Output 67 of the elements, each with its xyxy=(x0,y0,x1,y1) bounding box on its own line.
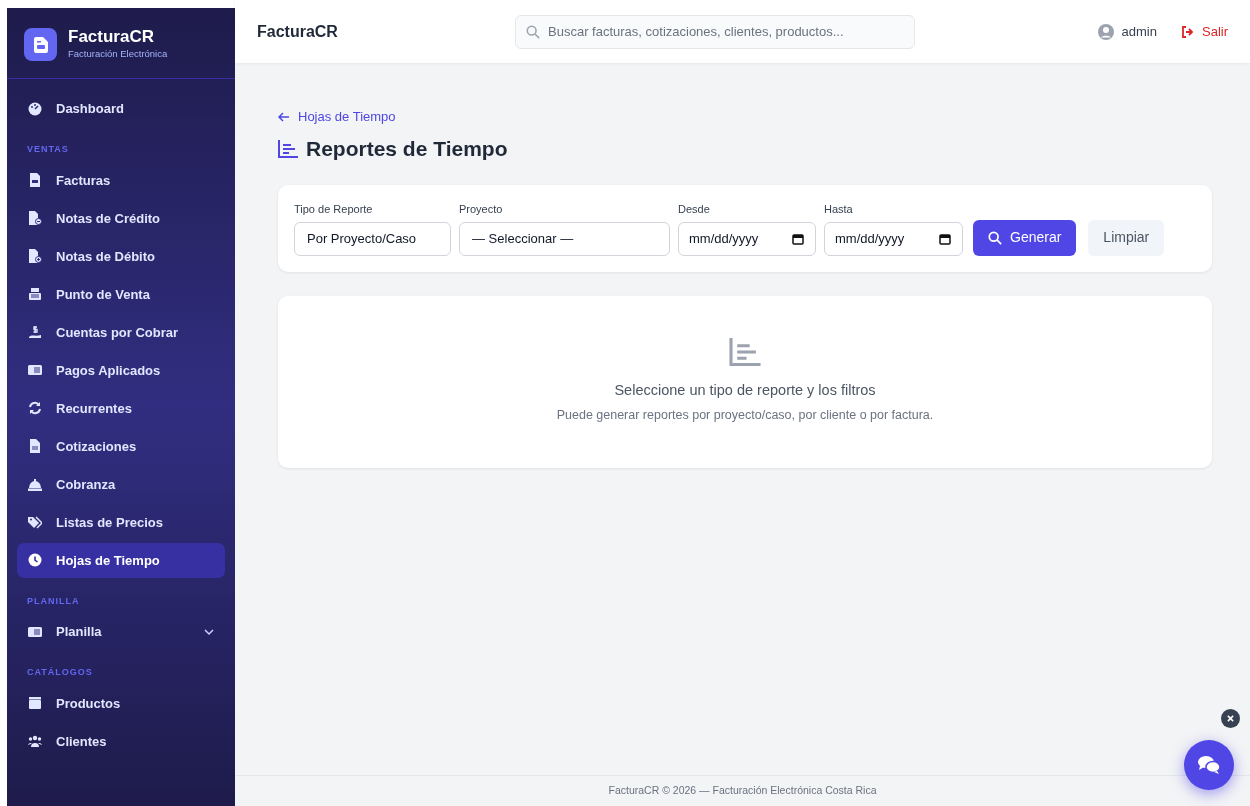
sidebar-item[interactable]: Listas de Precios xyxy=(17,504,225,540)
brand-name: FacturaCR xyxy=(68,28,155,47)
box-icon xyxy=(28,696,42,710)
select-field[interactable]: — Seleccionar — xyxy=(459,221,670,256)
generate-button[interactable]: Generar xyxy=(973,219,1077,256)
chevron-down-icon xyxy=(204,626,214,637)
close-icon xyxy=(1227,715,1234,722)
sidebar-item[interactable]: Recurrentes xyxy=(17,390,225,426)
sidebar-item[interactable]: Pagos Aplicados xyxy=(17,352,225,388)
tags-icon xyxy=(28,515,42,529)
back-link[interactable]: Hojas de Tiempo xyxy=(278,107,396,127)
clear-button[interactable]: Limpiar xyxy=(1088,219,1165,256)
date-field[interactable]: mm/dd/yyyy xyxy=(824,221,963,256)
bell-icon xyxy=(28,477,42,491)
sidebar-item[interactable]: Facturas xyxy=(17,162,225,198)
logout-icon xyxy=(1181,25,1194,38)
sidebar-item[interactable]: Cuentas por Cobrar xyxy=(17,314,225,350)
field-label: Desde xyxy=(678,202,711,218)
search-icon xyxy=(988,230,1002,245)
section-heading: CATÁLOGOS xyxy=(26,666,94,679)
sidebar-item[interactable]: Cotizaciones xyxy=(17,428,225,464)
section-heading: VENTAS xyxy=(26,143,70,156)
logout-link[interactable]: Salir xyxy=(1181,21,1228,42)
section-heading: PLANILLA xyxy=(26,594,81,608)
field-label: Proyecto xyxy=(459,202,504,218)
sidebar-item[interactable]: Productos xyxy=(17,685,225,721)
sidebar-item[interactable]: Clientes xyxy=(17,723,225,759)
chart-icon xyxy=(278,139,298,158)
field-label: Hasta xyxy=(824,202,854,218)
search-field[interactable]: Buscar facturas, cotizaciones, clientes, productos... xyxy=(515,14,915,49)
empty-state-title: Seleccione un tipo de reporte y los filtros xyxy=(614,381,876,401)
sidebar-item[interactable]: Cobranza xyxy=(17,466,225,502)
document-icon xyxy=(28,173,42,187)
calendar-icon xyxy=(939,232,951,245)
select-field[interactable]: Por Proyecto/Caso xyxy=(294,221,451,256)
clock-icon xyxy=(28,553,42,567)
page-title: Reportes de Tiempo xyxy=(306,136,508,162)
search-icon xyxy=(526,24,540,39)
sidebar-item[interactable]: Notas de Crédito xyxy=(17,200,225,236)
document-minus-icon xyxy=(28,211,42,225)
empty-state-text: Puede generar reportes por proyecto/caso, por cliente o por factura. xyxy=(556,407,934,425)
chat-icon xyxy=(1197,755,1221,775)
document-icon xyxy=(28,439,42,453)
money-card-icon xyxy=(28,363,42,377)
refresh-icon xyxy=(28,401,42,415)
sidebar-item[interactable]: Planilla xyxy=(17,614,225,649)
user-icon xyxy=(1097,23,1114,40)
chart-icon xyxy=(729,338,761,367)
hand-coin-icon xyxy=(28,325,42,339)
brand-subtitle: Facturación Electrónica xyxy=(68,46,168,61)
page-header-title: FacturaCR xyxy=(257,22,338,40)
calendar-icon xyxy=(792,232,804,245)
gauge-icon xyxy=(28,101,42,116)
users-icon xyxy=(28,734,42,748)
sidebar-item[interactable]: Hojas de Tiempo xyxy=(17,542,225,578)
document-icon xyxy=(24,28,57,61)
sidebar-item[interactable]: Notas de Débito xyxy=(17,238,225,274)
sidebar-item[interactable]: Dashboard xyxy=(17,91,225,126)
username: admin xyxy=(1121,22,1157,41)
field-label: Tipo de Reporte xyxy=(294,202,374,218)
sidebar-item[interactable]: Punto de Venta xyxy=(17,276,225,312)
arrow-left-icon xyxy=(278,112,290,122)
footer-text: FacturaCR © 2026 — Facturación Electrónica Costa Rica xyxy=(608,783,877,799)
cash-register-icon xyxy=(28,287,42,301)
money-card-icon xyxy=(28,624,42,639)
document-plus-icon xyxy=(28,249,42,263)
date-field[interactable]: mm/dd/yyyy xyxy=(678,221,816,256)
